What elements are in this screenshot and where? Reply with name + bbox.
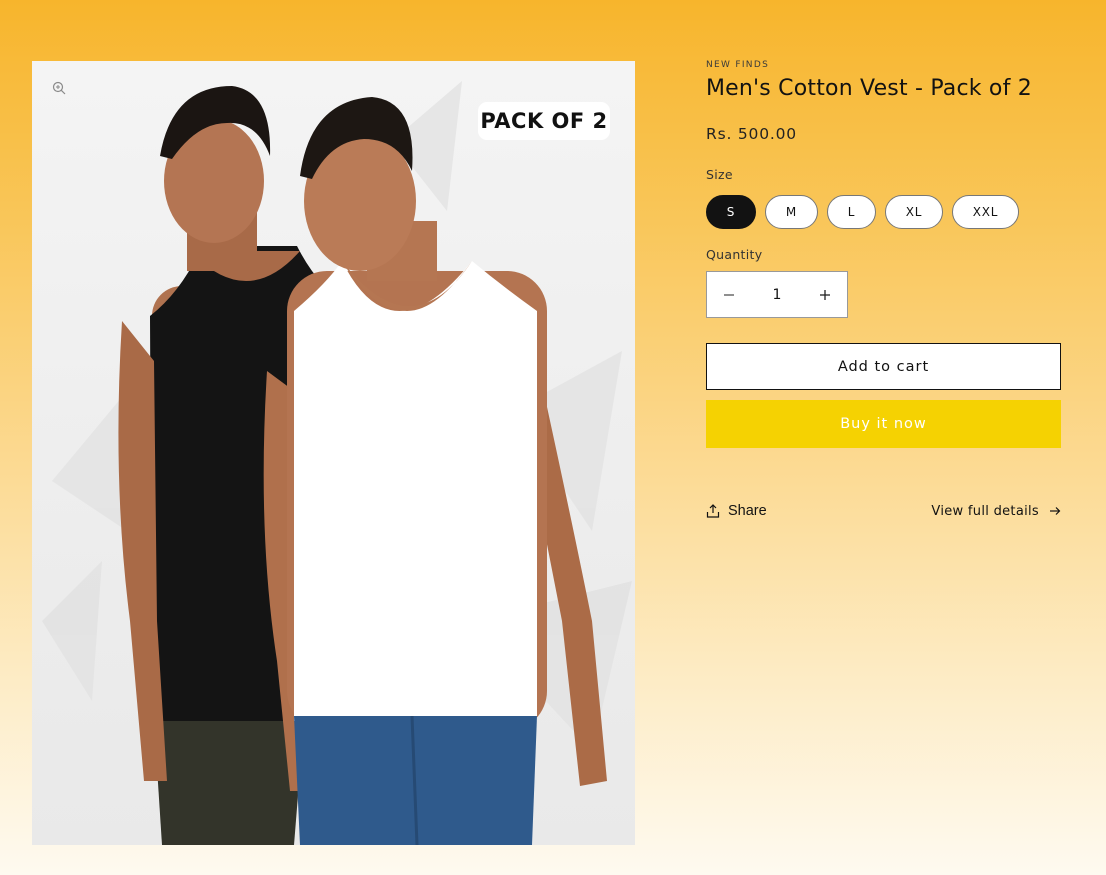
- size-option-xl[interactable]: XL: [885, 195, 943, 229]
- product-price: Rs. 500.00: [706, 125, 797, 143]
- quantity-label: Quantity: [706, 247, 763, 262]
- quantity-stepper: 1: [706, 271, 848, 318]
- share-row: Share View full details: [706, 501, 1061, 521]
- plus-icon: [820, 289, 830, 300]
- vendor-label: NEW FINDS: [706, 60, 770, 70]
- size-option-xxl[interactable]: XXL: [952, 195, 1019, 229]
- view-full-details-link[interactable]: View full details: [931, 504, 1061, 519]
- product-media[interactable]: PACK OF 2: [32, 61, 635, 845]
- size-label: Size: [706, 167, 733, 182]
- pack-badge: PACK OF 2: [478, 102, 610, 140]
- product-info: NEW FINDS Men's Cotton Vest - Pack of 2 …: [706, 58, 1061, 521]
- size-option-l[interactable]: L: [827, 195, 876, 229]
- model-white-vest: [263, 97, 607, 845]
- product-title: Men's Cotton Vest - Pack of 2: [706, 76, 1032, 101]
- arrow-right-icon: [1050, 507, 1061, 515]
- size-option-s[interactable]: S: [706, 195, 756, 229]
- decrease-quantity-button[interactable]: [707, 272, 751, 317]
- zoom-icon[interactable]: [52, 81, 66, 95]
- size-selector: S M L XL XXL: [706, 195, 1061, 229]
- increase-quantity-button[interactable]: [803, 272, 847, 317]
- product-photo: [42, 81, 632, 845]
- buy-now-button[interactable]: Buy it now: [706, 400, 1061, 448]
- share-button[interactable]: Share: [706, 503, 767, 519]
- share-icon: [706, 504, 720, 518]
- minus-icon: [724, 293, 734, 296]
- share-label: Share: [728, 503, 767, 519]
- view-details-label: View full details: [931, 503, 1039, 519]
- add-to-cart-button[interactable]: Add to cart: [706, 343, 1061, 390]
- size-option-m[interactable]: M: [765, 195, 818, 229]
- quantity-input[interactable]: 1: [751, 287, 803, 303]
